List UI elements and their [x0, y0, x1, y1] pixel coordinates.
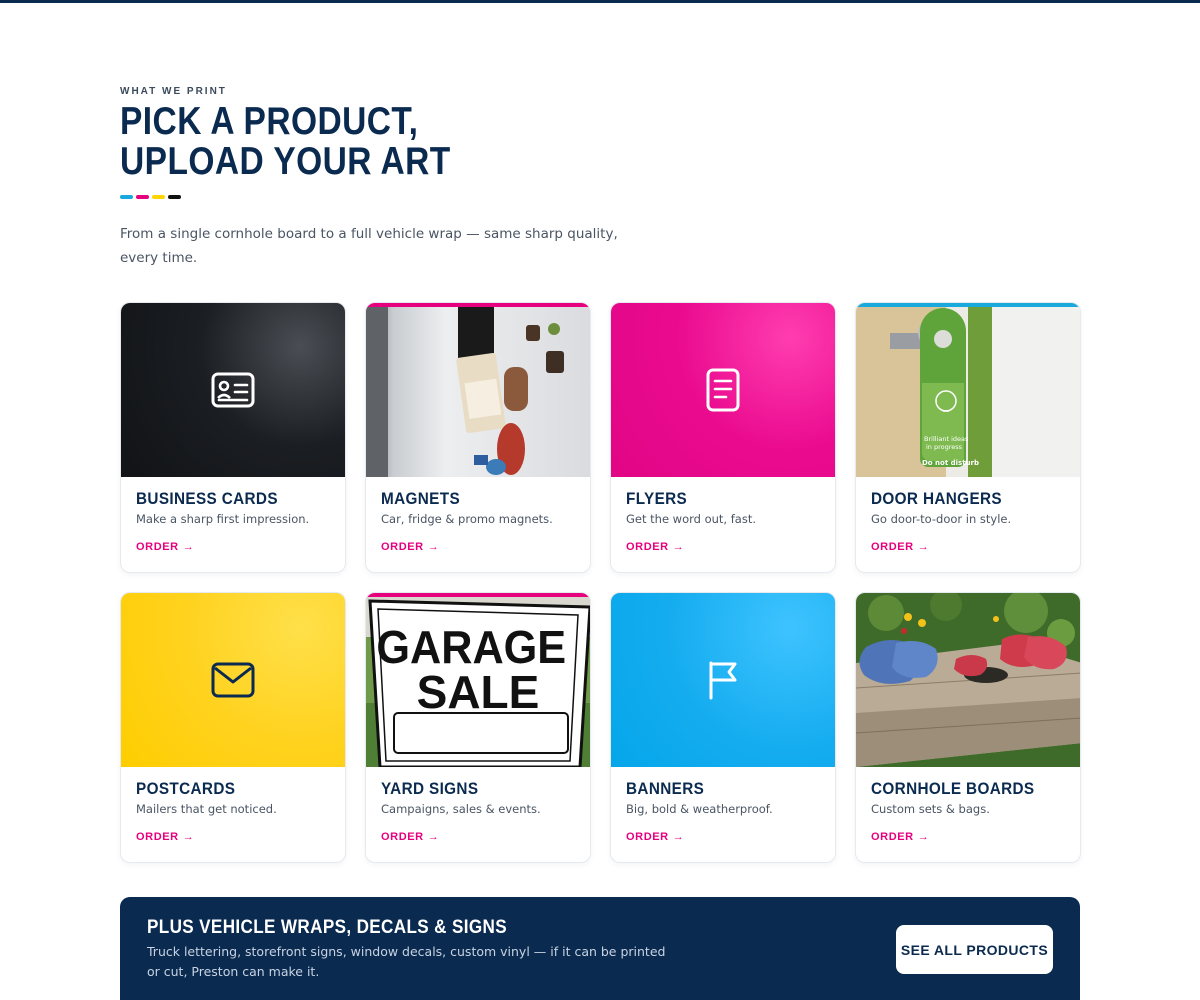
- card-description: Get the word out, fast.: [626, 512, 756, 526]
- arrow-right-icon: →: [917, 541, 930, 553]
- door-hanger-photo: Brilliant ideas in progress Do not distu…: [856, 307, 1080, 477]
- product-card-cornhole-boards[interactable]: CORNHOLE BOARDS Custom sets & bags. ORDE…: [855, 592, 1081, 863]
- arrow-right-icon: →: [182, 541, 195, 553]
- order-link[interactable]: ORDER →: [381, 831, 439, 843]
- card-image: [611, 593, 835, 767]
- arrow-right-icon: →: [917, 831, 930, 843]
- headline-line-1: PICK A PRODUCT,: [120, 100, 419, 143]
- arrow-right-icon: →: [672, 831, 685, 843]
- product-card-yard-signs[interactable]: GARAGE SALE YARD SIGNS Campaigns, sales …: [365, 592, 591, 863]
- hanger-text-1: Brilliant ideas: [924, 435, 969, 443]
- arrow-right-icon: →: [182, 831, 195, 843]
- headline-line-2: UPLOAD YOUR ART: [120, 140, 451, 183]
- card-title: CORNHOLE BOARDS: [871, 779, 1035, 798]
- order-link[interactable]: ORDER →: [136, 831, 194, 843]
- arrow-right-icon: →: [427, 541, 440, 553]
- card-title: DOOR HANGERS: [871, 489, 1002, 508]
- banner-title: PLUS VEHICLE WRAPS, DECALS & SIGNS: [147, 917, 507, 938]
- card-image: [856, 593, 1080, 767]
- cornhole-photo: [856, 593, 1080, 767]
- card-description: Big, bold & weatherproof.: [626, 802, 773, 816]
- flag-icon: [709, 661, 737, 700]
- envelope-icon: [211, 662, 255, 698]
- card-description: Custom sets & bags.: [871, 802, 990, 816]
- card-image: GARAGE SALE: [366, 593, 590, 767]
- more-products-banner: PLUS VEHICLE WRAPS, DECALS & SIGNS Truck…: [120, 897, 1080, 1000]
- cyan-swatch: [120, 195, 133, 199]
- arrow-right-icon: →: [427, 831, 440, 843]
- product-grid: BUSINESS CARDS Make a sharp first impres…: [120, 302, 1081, 863]
- card-title: BUSINESS CARDS: [136, 489, 278, 508]
- card-image: Brilliant ideas in progress Do not distu…: [856, 303, 1080, 477]
- hanger-text-2: in progress: [926, 443, 963, 451]
- yellow-swatch: [152, 195, 165, 199]
- card-description: Car, fridge & promo magnets.: [381, 512, 553, 526]
- card-title: YARD SIGNS: [381, 779, 479, 798]
- magnets-photo: [366, 307, 590, 477]
- black-swatch: [168, 195, 181, 199]
- card-image: [366, 303, 590, 477]
- card-description: Mailers that get noticed.: [136, 802, 277, 816]
- card-image: [121, 593, 345, 767]
- order-link[interactable]: ORDER →: [871, 831, 929, 843]
- document-icon: [706, 368, 740, 412]
- magenta-swatch: [136, 195, 149, 199]
- sign-text-sale: SALE: [417, 666, 540, 718]
- card-title: POSTCARDS: [136, 779, 236, 798]
- card-image: [611, 303, 835, 477]
- top-accent-bar: [0, 0, 1200, 3]
- order-link[interactable]: ORDER →: [136, 541, 194, 553]
- order-link[interactable]: ORDER →: [871, 541, 929, 553]
- card-title: MAGNETS: [381, 489, 461, 508]
- order-link[interactable]: ORDER →: [626, 831, 684, 843]
- product-card-postcards[interactable]: POSTCARDS Mailers that get noticed. ORDE…: [120, 592, 346, 863]
- product-card-flyers[interactable]: FLYERS Get the word out, fast. ORDER →: [610, 302, 836, 573]
- product-card-business-cards[interactable]: BUSINESS CARDS Make a sharp first impres…: [120, 302, 346, 573]
- see-all-products-button[interactable]: SEE ALL PRODUCTS: [896, 925, 1053, 974]
- product-card-magnets[interactable]: MAGNETS Car, fridge & promo magnets. ORD…: [365, 302, 591, 573]
- card-description: Make a sharp first impression.: [136, 512, 310, 526]
- section-headline: PICK A PRODUCT, UPLOAD YOUR ART: [120, 102, 451, 182]
- product-card-door-hangers[interactable]: Brilliant ideas in progress Do not distu…: [855, 302, 1081, 573]
- card-image: [121, 303, 345, 477]
- card-description: Go door-to-door in style.: [871, 512, 1012, 526]
- order-link[interactable]: ORDER →: [381, 541, 439, 553]
- order-link[interactable]: ORDER →: [626, 541, 684, 553]
- product-card-banners[interactable]: BANNERS Big, bold & weatherproof. ORDER →: [610, 592, 836, 863]
- card-description: Campaigns, sales & events.: [381, 802, 541, 816]
- yard-sign-photo: GARAGE SALE: [366, 597, 590, 767]
- banner-text: Truck lettering, storefront signs, windo…: [147, 944, 666, 979]
- card-title: FLYERS: [626, 489, 688, 508]
- section-eyebrow: WHAT WE PRINT: [120, 86, 227, 97]
- card-title: BANNERS: [626, 779, 705, 798]
- hanger-text-3: Do not disturb: [922, 459, 979, 467]
- arrow-right-icon: →: [672, 541, 685, 553]
- cmyk-divider: [120, 195, 181, 199]
- section-lead: From a single cornhole board to a full v…: [120, 226, 618, 266]
- id-card-icon: [211, 372, 255, 408]
